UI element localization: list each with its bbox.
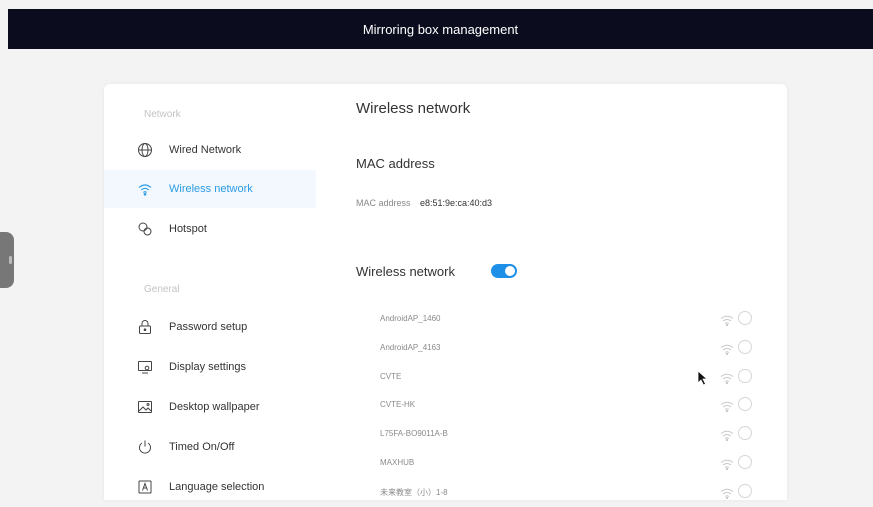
mac-address-label: MAC address — [356, 198, 411, 208]
toggle-knob — [505, 266, 515, 276]
handle-grip — [9, 256, 12, 264]
wireless-toggle-label: Wireless network — [356, 264, 455, 279]
network-list-item[interactable]: CVTE-HK — [356, 392, 766, 420]
sidebar-item-label: Wired Network — [169, 144, 242, 156]
network-name: MAXHUB — [380, 458, 415, 467]
settings-sidebar: Network Wired Network Wireless network H… — [104, 84, 316, 500]
network-details-icon[interactable] — [738, 368, 752, 383]
sidebar-item-label: Hotspot — [169, 223, 207, 235]
section-label-general: General — [144, 284, 180, 295]
wifi-signal-icon — [720, 428, 734, 442]
wifi-signal-icon — [720, 313, 734, 327]
wifi-signal-icon — [720, 457, 734, 471]
sidebar-item-label: Timed On/Off — [169, 441, 235, 453]
wireless-network-content: Wireless network MAC address MAC address… — [356, 84, 787, 500]
network-name: L75FA-BO9011A-B — [380, 429, 448, 439]
sidebar-item-label: Password setup — [169, 321, 248, 333]
network-details-icon[interactable] — [738, 455, 752, 469]
section-title: Wireless network — [356, 100, 471, 117]
network-name: CVTE — [380, 371, 402, 381]
wireless-toggle[interactable] — [491, 264, 517, 278]
network-name: 未来教室（小）1-8 — [380, 487, 448, 497]
network-name: AndroidAP_4163 — [380, 342, 441, 352]
sidebar-item-timed-on-off[interactable]: Timed On/Off — [104, 428, 316, 466]
sidebar-item-label: Display settings — [169, 361, 247, 373]
wifi-icon — [135, 179, 155, 199]
wallpaper-icon — [135, 397, 155, 417]
sidebar-item-hotspot[interactable]: Hotspot — [104, 210, 316, 248]
settings-panel: Network Wired Network Wireless network H… — [104, 84, 787, 500]
network-list-item[interactable]: 未来教室（小）1-8 — [356, 479, 766, 507]
hotspot-icon — [135, 219, 155, 239]
sidebar-item-language-selection[interactable]: Language selection — [104, 468, 316, 506]
globe-icon — [135, 140, 155, 160]
network-list-item[interactable]: AndroidAP_4163 — [356, 335, 766, 363]
lock-icon — [135, 317, 155, 337]
network-details-icon[interactable] — [738, 339, 752, 354]
sidebar-item-display-settings[interactable]: Display settings — [104, 348, 316, 386]
title-bar: Mirroring box management — [8, 9, 873, 49]
mac-section-title: MAC address — [356, 156, 435, 171]
wifi-signal-icon — [720, 342, 734, 355]
network-name: AndroidAP_1460 — [380, 314, 441, 323]
sidebar-item-label: Wireless network — [169, 183, 253, 195]
wifi-signal-icon — [720, 399, 734, 413]
network-details-icon[interactable] — [738, 426, 752, 441]
network-list-item[interactable]: MAXHUB — [356, 450, 766, 478]
network-details-icon[interactable] — [738, 483, 752, 498]
section-label-network: Network — [144, 109, 181, 120]
page-title: Mirroring box management — [362, 21, 519, 37]
sidebar-item-label: Desktop wallpaper — [169, 401, 260, 413]
sidebar-item-wireless-network[interactable]: Wireless network — [104, 170, 316, 208]
network-name: CVTE-HK — [380, 400, 416, 410]
wifi-signal-icon — [720, 486, 734, 499]
sidebar-item-wired-network[interactable]: Wired Network — [104, 131, 316, 169]
sidebar-item-label: Language selection — [169, 481, 265, 493]
sidebar-item-password-setup[interactable]: Password setup — [104, 308, 316, 346]
network-details-icon[interactable] — [738, 397, 752, 412]
display-icon — [135, 357, 155, 377]
wifi-signal-icon — [720, 371, 734, 384]
network-list-item[interactable]: AndroidAP_1460 — [356, 306, 766, 334]
sidebar-item-desktop-wallpaper[interactable]: Desktop wallpaper — [104, 388, 316, 426]
mac-address-value: e8:51:9e:ca:40:d3 — [420, 198, 493, 208]
power-icon — [135, 437, 155, 457]
network-list-item[interactable]: L75FA-BO9011A-B — [356, 421, 766, 449]
mouse-cursor-icon — [697, 370, 709, 386]
network-details-icon[interactable] — [738, 311, 752, 325]
language-icon — [135, 477, 155, 497]
